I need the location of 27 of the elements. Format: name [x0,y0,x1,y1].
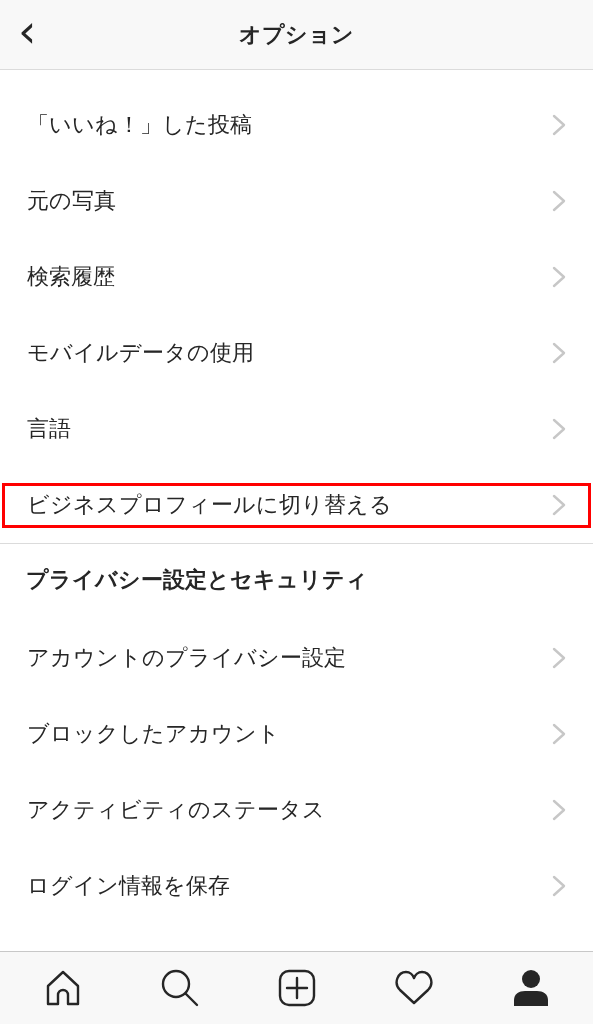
chevron-right-icon [552,647,566,669]
menu-item[interactable]: アカウントのプライバシー設定 [2,635,591,681]
chevron-right-icon [552,418,566,440]
chevron-right-icon [552,190,566,212]
profile-icon[interactable] [512,969,549,1007]
chevron-right-icon [552,266,566,288]
chevron-right-icon [552,342,566,364]
menu-item[interactable]: モバイルデータの使用 [2,330,591,376]
back-button[interactable]: ‹ [18,8,37,54]
chevron-right-icon [552,494,566,516]
menu-item[interactable]: 検索履歴 [2,254,591,300]
heart-icon[interactable] [393,970,434,1006]
menu-item[interactable]: ブロックしたアカウント [2,711,591,757]
section-heading: プライバシー設定とセキュリティ [25,566,369,594]
chevron-right-icon [552,723,566,745]
chevron-right-icon [552,875,566,897]
menu-item[interactable]: 「いいね！」した投稿 [2,102,591,148]
chevron-right-icon [552,114,566,136]
menu-item[interactable]: ログイン情報を保存 [2,863,591,909]
menu-item[interactable]: アクティビティのステータス [2,787,591,833]
search-icon[interactable] [159,968,200,1008]
menu-item[interactable]: 元の写真 [2,178,591,224]
chevron-right-icon [552,799,566,821]
menu-item[interactable]: ビジネスプロフィールに切り替える [2,482,591,528]
screen-title: オプション [239,20,354,49]
menu-item[interactable]: 言語 [2,406,591,452]
add-post-icon[interactable] [277,969,316,1007]
